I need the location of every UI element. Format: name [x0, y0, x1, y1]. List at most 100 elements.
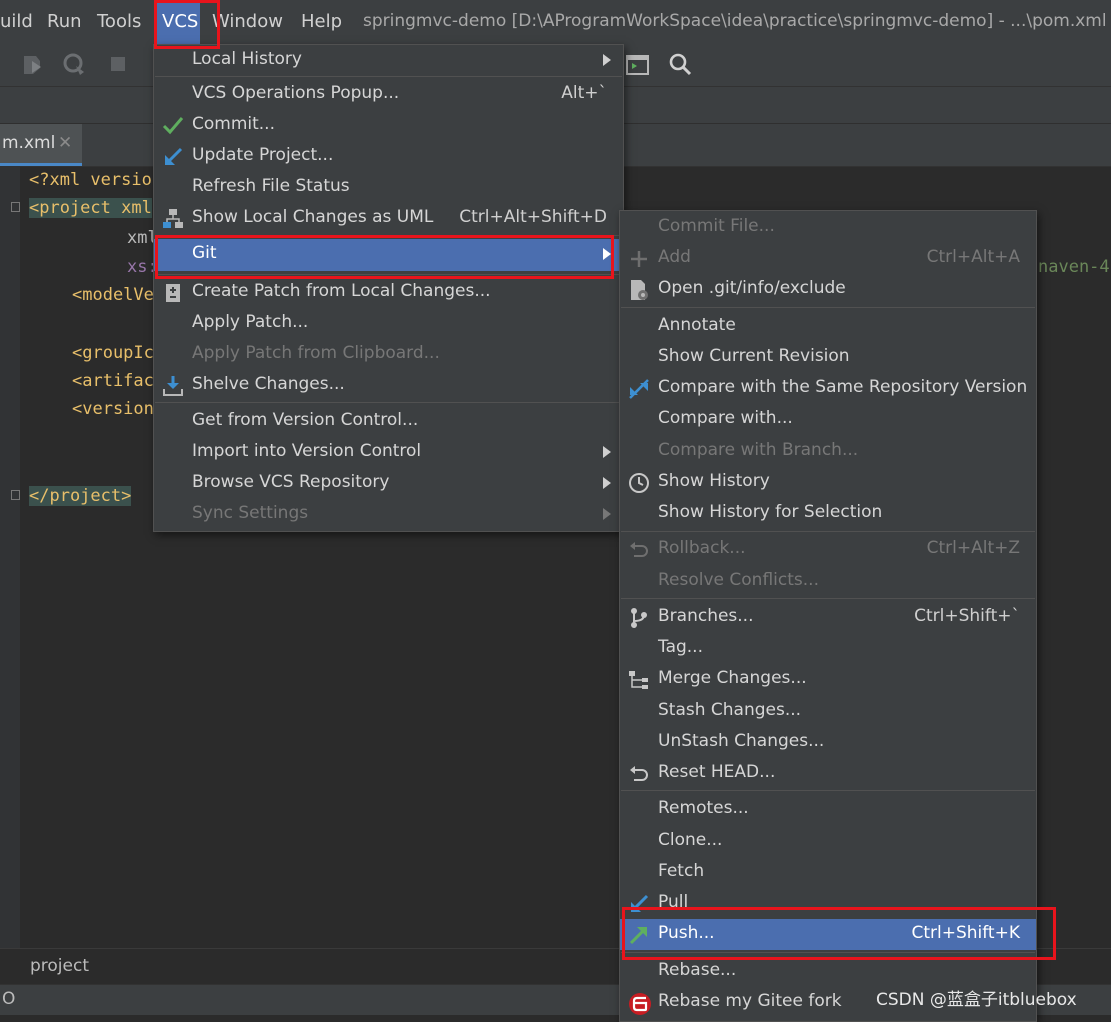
- vcs-item-get-from-vc[interactable]: Get from Version Control...: [154, 406, 623, 437]
- menu-item-label: Apply Patch from Clipboard...: [192, 343, 440, 363]
- menu-item-label: Merge Changes...: [658, 668, 807, 688]
- git-item-show-history-selection[interactable]: Show History for Selection: [620, 498, 1036, 529]
- menu-item-label: Refresh File Status: [192, 176, 350, 196]
- menu-build[interactable]: uild: [0, 0, 33, 44]
- menu-item-label: Sync Settings: [192, 503, 309, 523]
- shelve-icon: [162, 375, 184, 397]
- vcs-item-update-project[interactable]: Update Project...: [154, 141, 623, 172]
- code-line: <?xml versio: [29, 170, 152, 190]
- code-line: <artifac: [72, 371, 154, 391]
- git-item-tag[interactable]: Tag...: [620, 633, 1036, 664]
- menu-item-shortcut: Ctrl+Shift+`: [914, 606, 1020, 626]
- editor-tab-pom-xml[interactable]: m.xml ✕: [0, 124, 82, 166]
- menu-item-label: Browse VCS Repository: [192, 472, 390, 492]
- git-item-resolve-conflicts[interactable]: Resolve Conflicts...: [620, 566, 1036, 597]
- menu-item-label: Show Local Changes as UML: [192, 207, 434, 227]
- vcs-item-import-into-vc[interactable]: Import into Version Control: [154, 437, 623, 468]
- menu-tools[interactable]: Tools: [97, 0, 145, 44]
- vcs-item-sync-settings[interactable]: Sync Settings: [154, 499, 623, 530]
- submenu-arrow-icon: [603, 477, 611, 489]
- menu-item-label: Stash Changes...: [658, 700, 802, 720]
- menu-item-label: Tag...: [658, 637, 703, 657]
- menu-item-label: Reset HEAD...: [658, 762, 776, 782]
- git-item-commit-file[interactable]: Commit File...: [620, 212, 1036, 243]
- patch-icon: [162, 282, 184, 304]
- git-item-add[interactable]: Add Ctrl+Alt+A: [620, 243, 1036, 274]
- menu-item-label: Compare with...: [658, 408, 793, 428]
- code-line: </project>: [29, 486, 132, 506]
- git-item-stash-changes[interactable]: Stash Changes...: [620, 696, 1036, 727]
- git-item-compare-same-repo[interactable]: Compare with the Same Repository Version: [620, 373, 1036, 404]
- search-icon[interactable]: [668, 52, 694, 78]
- git-item-compare-with-branch[interactable]: Compare with Branch...: [620, 436, 1036, 467]
- close-icon[interactable]: ✕: [58, 133, 72, 153]
- menu-item-label: Commit...: [192, 114, 275, 134]
- highlight-box-git: [155, 235, 614, 279]
- menu-separator: [621, 531, 1035, 532]
- menu-item-label: Update Project...: [192, 145, 334, 165]
- menu-item-label: VCS Operations Popup...: [192, 83, 400, 103]
- git-item-rebase[interactable]: Rebase...: [620, 956, 1036, 987]
- status-text: O: [2, 989, 16, 1009]
- git-item-merge-changes[interactable]: Merge Changes...: [620, 664, 1036, 695]
- menu-item-label: Branches...: [658, 606, 754, 626]
- tab-label: m.xml: [2, 133, 56, 153]
- fold-icon[interactable]: [11, 490, 20, 500]
- menu-item-label: Rebase my Gitee fork: [658, 991, 842, 1011]
- vcs-item-shelve-changes[interactable]: Shelve Changes...: [154, 370, 623, 401]
- git-item-remotes[interactable]: Remotes...: [620, 794, 1036, 825]
- vcs-item-commit[interactable]: Commit...: [154, 110, 623, 141]
- vcs-item-refresh-file-status[interactable]: Refresh File Status: [154, 172, 623, 203]
- git-item-compare-with[interactable]: Compare with...: [620, 404, 1036, 435]
- checkmark-icon: [162, 115, 184, 137]
- merge-icon: [628, 669, 650, 691]
- vcs-item-apply-patch-clipboard[interactable]: Apply Patch from Clipboard...: [154, 339, 623, 370]
- vcs-item-operations-popup[interactable]: VCS Operations Popup... Alt+`: [154, 79, 623, 110]
- code-line: <groupIc: [72, 343, 154, 363]
- git-item-rollback[interactable]: Rollback... Ctrl+Alt+Z: [620, 534, 1036, 565]
- stop-icon[interactable]: [106, 52, 132, 78]
- breadcrumb-item[interactable]: project: [30, 956, 89, 976]
- git-item-open-exclude[interactable]: Open .git/info/exclude: [620, 274, 1036, 305]
- code-fragment: naven-4.: [1038, 257, 1111, 277]
- file-settings-icon: [628, 279, 650, 301]
- menu-item-label: Rebase...: [658, 960, 737, 980]
- menu-item-label: Apply Patch...: [192, 312, 309, 332]
- git-item-annotate[interactable]: Annotate: [620, 311, 1036, 342]
- vcs-item-create-patch[interactable]: Create Patch from Local Changes...: [154, 277, 623, 308]
- menu-help[interactable]: Help: [301, 0, 343, 44]
- menu-item-label: Compare with Branch...: [658, 440, 859, 460]
- highlight-box-push: [622, 907, 1056, 960]
- submenu-arrow-icon: [603, 508, 611, 520]
- vcs-item-apply-patch[interactable]: Apply Patch...: [154, 308, 623, 339]
- git-item-show-current-revision[interactable]: Show Current Revision: [620, 342, 1036, 373]
- gitee-logo-icon: [628, 992, 651, 1015]
- menu-item-label: Create Patch from Local Changes...: [192, 281, 491, 301]
- menu-item-label: Remotes...: [658, 798, 749, 818]
- coverage-icon[interactable]: [20, 52, 46, 78]
- terminal-icon[interactable]: [625, 52, 651, 78]
- window-title: springmvc-demo [D:\AProgramWorkSpace\ide…: [363, 11, 1107, 31]
- update-arrow-icon: [162, 146, 184, 168]
- menu-item-label: Get from Version Control...: [192, 410, 419, 430]
- vcs-item-browse-vcs-repository[interactable]: Browse VCS Repository: [154, 468, 623, 499]
- code-line: <modelVe: [72, 285, 154, 305]
- git-item-clone[interactable]: Clone...: [620, 826, 1036, 857]
- menu-item-label: Compare with the Same Repository Version: [658, 377, 1028, 397]
- vcs-item-local-history[interactable]: Local History: [154, 45, 623, 76]
- fold-icon[interactable]: [11, 202, 20, 212]
- reset-icon: [628, 763, 650, 785]
- menu-item-label: Show Current Revision: [658, 346, 850, 366]
- menu-window[interactable]: Window: [212, 0, 284, 44]
- git-item-reset-head[interactable]: Reset HEAD...: [620, 758, 1036, 789]
- git-item-branches[interactable]: Branches... Ctrl+Shift+`: [620, 602, 1036, 633]
- git-item-unstash-changes[interactable]: UnStash Changes...: [620, 727, 1036, 758]
- menu-run[interactable]: Run: [47, 0, 82, 44]
- git-item-show-history[interactable]: Show History: [620, 467, 1036, 498]
- profile-icon[interactable]: [62, 52, 88, 78]
- git-item-fetch[interactable]: Fetch: [620, 857, 1036, 888]
- menu-separator: [621, 307, 1035, 308]
- watermark: CSDN @蓝盒子itbluebox: [876, 990, 1077, 1010]
- vcs-item-show-local-changes-uml[interactable]: Show Local Changes as UML Ctrl+Alt+Shift…: [154, 203, 623, 234]
- menu-item-label: Show History: [658, 471, 770, 491]
